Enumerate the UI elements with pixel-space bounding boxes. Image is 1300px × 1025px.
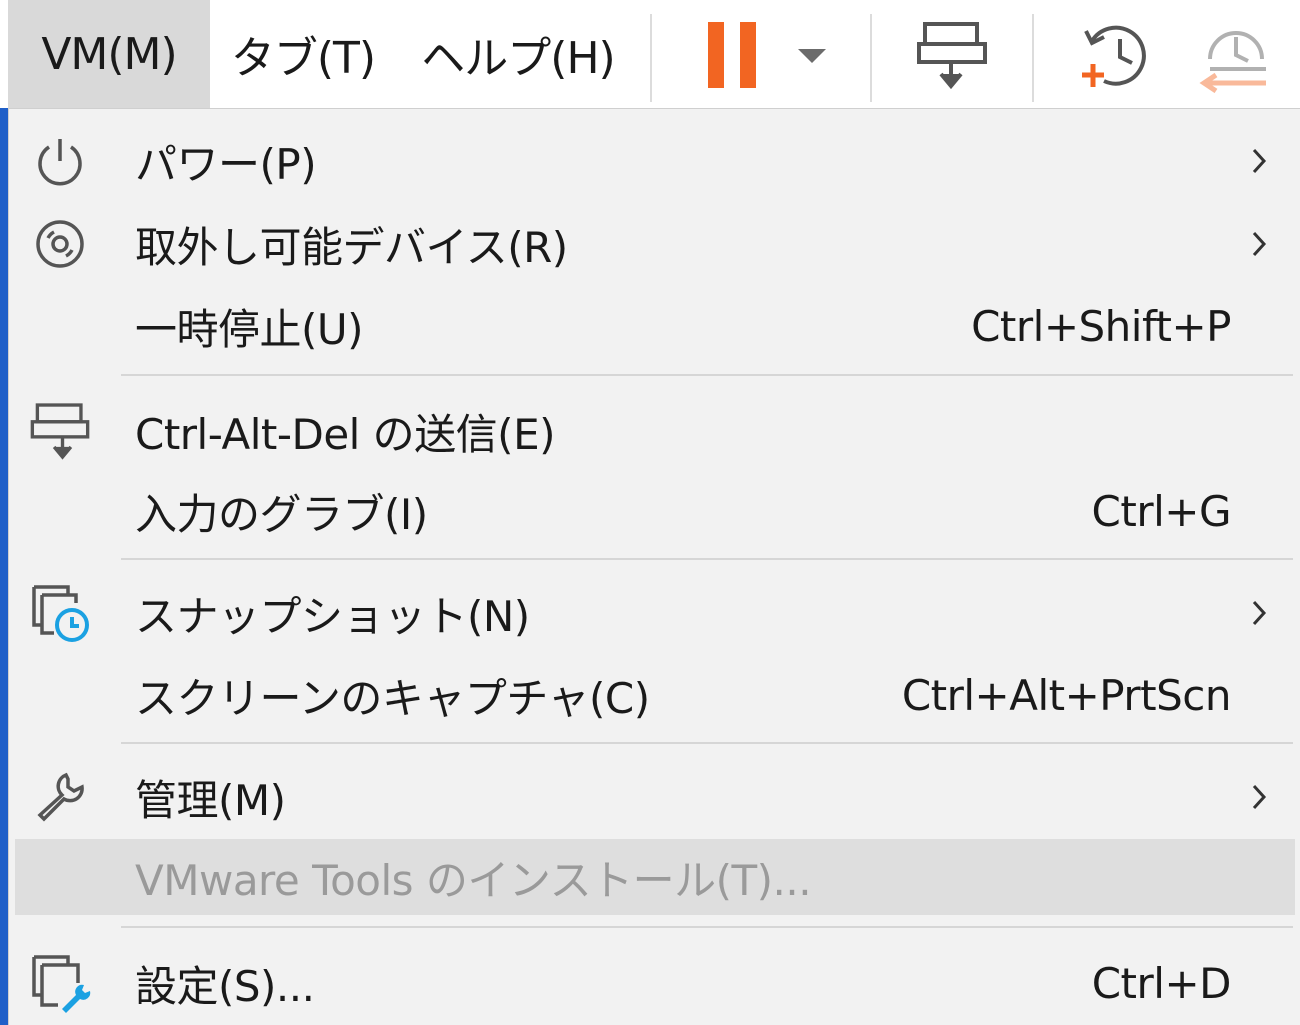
menu-item-manage[interactable]: 管理(M) [9, 757, 1300, 837]
disc-icon [27, 211, 93, 277]
pause-icon[interactable] [700, 14, 764, 96]
power-icon [27, 128, 93, 194]
window-edge [0, 108, 8, 1025]
shortcut-label: Ctrl+Shift+P [971, 301, 1231, 351]
menu-separator [121, 926, 1293, 928]
toolbar-separator [870, 14, 872, 102]
menu-item-grab-input[interactable]: 入力のグラブ(I) Ctrl+G [9, 471, 1300, 551]
chevron-right-icon [1247, 593, 1271, 633]
menu-item-install-vmware-tools[interactable]: VMware Tools のインストール(T)... [15, 839, 1295, 915]
send-ctrl-alt-del-icon[interactable] [912, 14, 992, 96]
menu-tab[interactable]: タブ(T) [228, 0, 378, 108]
menu-item-removable-devices[interactable]: 取外し可能デバイス(R) [9, 204, 1300, 284]
settings-icon [27, 950, 93, 1016]
chevron-right-icon [1247, 777, 1271, 817]
shortcut-label: Ctrl+Alt+PrtScn [901, 670, 1232, 720]
menu-item-pause[interactable]: 一時停止(U) Ctrl+Shift+P [9, 286, 1300, 366]
wrench-icon [27, 764, 93, 830]
toolbar-separator [1032, 14, 1034, 102]
menu-item-label: スクリーンのキャプチャ(C) [135, 673, 650, 723]
shortcut-label: Ctrl+G [1091, 486, 1232, 536]
menu-item-label: 取外し可能デバイス(R) [135, 222, 568, 272]
menu-item-label: 一時停止(U) [135, 304, 364, 354]
menu-item-label: パワー(P) [135, 139, 317, 189]
menu-item-send-ctrl-alt-del[interactable]: Ctrl-Alt-Del の送信(E) [9, 391, 1300, 471]
menu-item-label: Ctrl-Alt-Del の送信(E) [135, 409, 556, 459]
menu-help[interactable]: ヘルプ(H) [418, 0, 618, 108]
menu-separator [121, 374, 1293, 376]
menubar: VM(M) タブ(T) ヘルプ(H) [0, 0, 1300, 108]
snapshot-icon [27, 580, 93, 646]
dropdown-arrow-icon[interactable] [790, 14, 834, 96]
menu-item-snapshot[interactable]: スナップショット(N) [9, 573, 1300, 653]
menu-item-label: VMware Tools のインストール(T)... [135, 855, 812, 905]
menu-vm[interactable]: VM(M) [8, 0, 210, 108]
revert-snapshot-icon[interactable] [1194, 14, 1274, 96]
shortcut-label: Ctrl+D [1091, 958, 1232, 1008]
take-snapshot-icon[interactable] [1074, 14, 1154, 96]
menu-item-capture-screen[interactable]: スクリーンのキャプチャ(C) Ctrl+Alt+PrtScn [9, 655, 1300, 735]
menu-item-settings[interactable]: 設定(S)... Ctrl+D [9, 943, 1300, 1023]
menu-separator [121, 742, 1293, 744]
chevron-right-icon [1247, 224, 1271, 264]
send-ctrl-alt-del-icon [27, 398, 93, 464]
menu-item-label: 入力のグラブ(I) [135, 489, 428, 539]
menu-item-label: スナップショット(N) [135, 591, 530, 641]
menu-item-label: 設定(S)... [135, 961, 315, 1011]
menu-item-label: 管理(M) [135, 775, 286, 825]
vm-dropdown-menu: パワー(P) 取外し可能デバイス(R) 一時停止(U) Ctrl+Shift+P [8, 108, 1300, 1025]
menu-separator [121, 558, 1293, 560]
chevron-right-icon [1247, 141, 1271, 181]
menu-item-power[interactable]: パワー(P) [9, 121, 1300, 201]
toolbar-separator [650, 14, 652, 102]
